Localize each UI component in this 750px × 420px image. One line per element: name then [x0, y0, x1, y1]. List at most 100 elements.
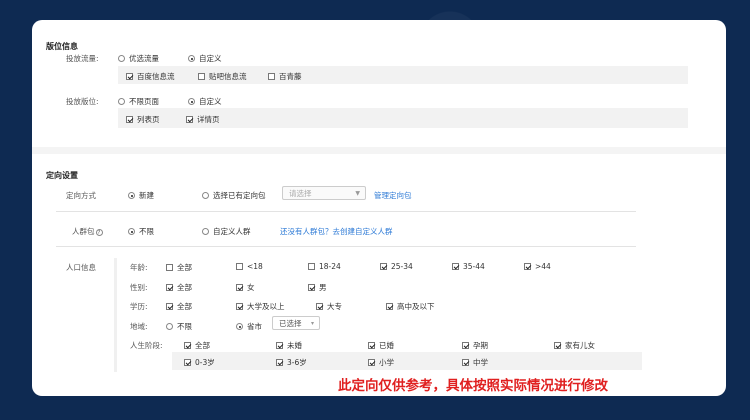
checkbox-checked-icon: [452, 263, 459, 270]
help-icon[interactable]: ?: [95, 229, 103, 236]
slot-option-any[interactable]: 不限页面: [118, 96, 159, 107]
checkbox-checked-icon: [276, 359, 283, 366]
checkbox-checked-icon: [126, 116, 133, 123]
crowd-option-any[interactable]: 不限: [128, 226, 154, 237]
checkbox-checked-icon: [524, 263, 531, 270]
slot-option-custom[interactable]: 自定义: [188, 96, 222, 107]
crowd-label: 人群包?: [72, 226, 103, 237]
checkbox-checked-icon: [276, 342, 283, 349]
life-all[interactable]: 全部: [184, 340, 210, 351]
radio-selected-icon: [188, 98, 195, 105]
edu-all[interactable]: 全部: [166, 301, 192, 312]
package-select[interactable]: 请选择 ▼: [282, 186, 366, 200]
life-stage-sub-band: [172, 352, 642, 370]
method-label: 定向方式: [66, 191, 96, 200]
caption-note: 此定向仅供参考，具体按照实际情况进行修改: [338, 378, 608, 394]
section-separator: [32, 147, 726, 154]
radio-icon: [118, 55, 125, 62]
checkbox-icon: [166, 264, 173, 271]
age-all[interactable]: 全部: [166, 262, 192, 273]
life-married[interactable]: 已婚: [368, 340, 394, 351]
age-over-44[interactable]: >44: [524, 262, 551, 271]
checkbox-checked-icon: [166, 284, 173, 291]
checkbox-checked-icon: [462, 359, 469, 366]
age-25-34[interactable]: 25-34: [380, 262, 413, 271]
checkbox-checked-icon: [126, 73, 133, 80]
life-has-children[interactable]: 家有儿女: [554, 340, 595, 351]
demographics-label: 人口信息: [66, 263, 96, 272]
checkbox-checked-icon: [554, 342, 561, 349]
radio-selected-icon: [128, 228, 135, 235]
divider: [56, 211, 636, 212]
edu-college[interactable]: 大专: [316, 301, 342, 312]
slot-label: 投放版位:: [66, 97, 99, 106]
checkbox-checked-icon: [308, 284, 315, 291]
checkbox-checked-icon: [184, 359, 191, 366]
edu-university[interactable]: 大学及以上: [236, 301, 285, 312]
region-any[interactable]: 不限: [166, 321, 192, 332]
life-primary[interactable]: 小学: [368, 357, 394, 368]
radio-selected-icon: [236, 323, 243, 330]
age-under-18[interactable]: <18: [236, 262, 263, 271]
checkbox-checked-icon: [368, 342, 375, 349]
checkbox-checked-icon: [386, 303, 393, 310]
check-list-page[interactable]: 列表页: [126, 114, 160, 125]
radio-selected-icon: [128, 192, 135, 199]
flow-option-preferred[interactable]: 优选流量: [118, 53, 159, 64]
age-label: 年龄:: [130, 263, 148, 272]
check-baidu-feed[interactable]: 百度信息流: [126, 71, 175, 82]
life-middle[interactable]: 中学: [462, 357, 488, 368]
region-label: 地域:: [130, 322, 148, 331]
create-crowd-link[interactable]: 还没有人群包？去创建自定义人群: [280, 226, 393, 237]
education-label: 学历:: [130, 302, 148, 311]
method-option-new[interactable]: 新建: [128, 190, 154, 201]
checkbox-checked-icon: [186, 116, 193, 123]
chevron-down-icon: ▼: [355, 190, 360, 197]
region-province-city[interactable]: 省市: [236, 321, 262, 332]
flow-label: 投放流量:: [66, 54, 99, 63]
flow-option-custom[interactable]: 自定义: [188, 53, 222, 64]
crowd-option-custom[interactable]: 自定义人群: [202, 226, 251, 237]
checkbox-checked-icon: [380, 263, 387, 270]
gender-female[interactable]: 女: [236, 282, 255, 293]
checkbox-icon: [268, 73, 275, 80]
age-35-44[interactable]: 35-44: [452, 262, 485, 271]
radio-selected-icon: [188, 55, 195, 62]
placement-section-title: 版位信息: [46, 42, 78, 51]
checkbox-checked-icon: [462, 342, 469, 349]
life-unmarried[interactable]: 未婚: [276, 340, 302, 351]
life-age-3-6[interactable]: 3-6岁: [276, 357, 307, 368]
checkbox-icon: [198, 73, 205, 80]
vertical-separator: [114, 258, 117, 372]
divider: [56, 246, 636, 247]
radio-icon: [202, 228, 209, 235]
chevron-down-icon: ▾: [310, 320, 314, 327]
radio-icon: [202, 192, 209, 199]
checkbox-checked-icon: [316, 303, 323, 310]
life-stage-label: 人生阶段:: [130, 341, 163, 350]
region-select[interactable]: 已选择 ▾: [272, 316, 320, 330]
gender-all[interactable]: 全部: [166, 282, 192, 293]
checkbox-checked-icon: [236, 303, 243, 310]
radio-icon: [166, 323, 173, 330]
check-baiqingteng[interactable]: 百青藤: [268, 71, 302, 82]
checkbox-checked-icon: [166, 303, 173, 310]
life-pregnant[interactable]: 孕期: [462, 340, 488, 351]
checkbox-checked-icon: [236, 284, 243, 291]
life-age-0-3[interactable]: 0-3岁: [184, 357, 215, 368]
checkbox-icon: [236, 263, 243, 270]
check-detail-page[interactable]: 详情页: [186, 114, 220, 125]
gender-label: 性别:: [130, 283, 148, 292]
method-option-existing[interactable]: 选择已有定向包: [202, 190, 266, 201]
settings-card: 版位信息 投放流量: 优选流量 自定义 百度信息流 贴吧信息流 百青藤 投放版位…: [32, 20, 726, 396]
checkbox-checked-icon: [368, 359, 375, 366]
gender-male[interactable]: 男: [308, 282, 327, 293]
check-tieba-feed[interactable]: 贴吧信息流: [198, 71, 247, 82]
radio-icon: [118, 98, 125, 105]
targeting-section-title: 定向设置: [46, 171, 78, 180]
age-18-24[interactable]: 18-24: [308, 262, 341, 271]
checkbox-icon: [308, 263, 315, 270]
manage-package-link[interactable]: 管理定向包: [374, 190, 412, 201]
checkbox-checked-icon: [184, 342, 191, 349]
edu-highschool[interactable]: 高中及以下: [386, 301, 435, 312]
